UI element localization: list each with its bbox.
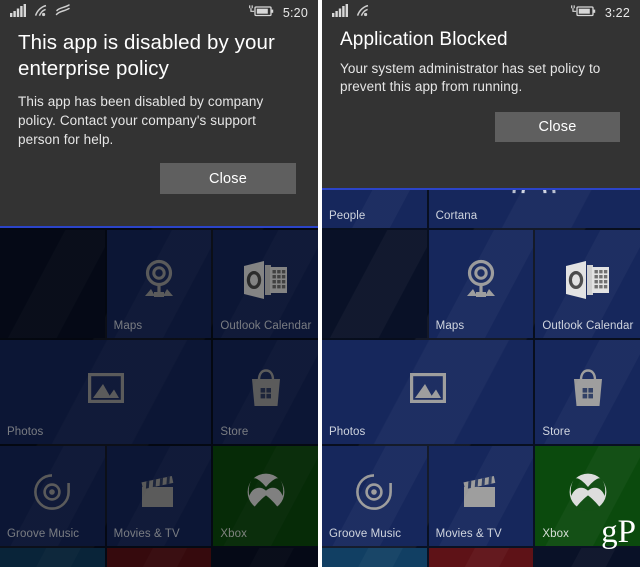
maps-icon (461, 259, 501, 301)
maps-icon (139, 259, 179, 301)
tile-row: People Cortana (322, 190, 640, 228)
battery-charging-icon (248, 4, 275, 23)
photos-icon (409, 372, 446, 403)
movies-icon (462, 475, 500, 509)
tile-row: Maps Outlook Calendar (0, 230, 318, 338)
tile-row (0, 548, 318, 567)
data-waves-icon (55, 4, 71, 22)
policy-dialog-left: This app is disabled by your enterprise … (0, 0, 318, 228)
groove-icon (33, 473, 71, 511)
tile-photos[interactable]: Photos (0, 340, 212, 444)
movies-icon (140, 475, 178, 509)
tile-row: Groove Music Movies & TV Xbox (0, 446, 318, 546)
tile-label: Cortana (435, 210, 478, 222)
tile-maps[interactable]: Maps (428, 230, 534, 338)
tile-row: Photos Store (322, 340, 640, 444)
groove-icon (355, 473, 393, 511)
tile-label: Xbox (220, 528, 247, 540)
tile-xbox[interactable]: Xbox (213, 446, 318, 546)
tile-movies-tv[interactable]: Movies & TV (106, 446, 212, 546)
tile-empty[interactable] (322, 548, 427, 567)
dialog-accent-underline (322, 188, 640, 190)
people-icon (352, 190, 396, 195)
status-icons-right: 3:22 (570, 4, 630, 23)
tile-movies-tv[interactable]: Movies & TV (428, 446, 534, 546)
store-icon (249, 369, 283, 407)
tile-people[interactable]: People (322, 190, 427, 228)
wifi-icon (355, 4, 370, 22)
close-button[interactable]: Close (160, 163, 296, 194)
tile-label: Xbox (542, 528, 569, 540)
dialog-button-row: Close (340, 112, 622, 142)
policy-dialog-right: Application Blocked Your system administ… (322, 0, 640, 190)
tile-label: Photos (329, 426, 366, 438)
dialog-accent-underline (0, 226, 318, 228)
tile-store[interactable]: Store (213, 340, 318, 444)
tile-empty (535, 548, 640, 567)
tile-label: Groove Music (7, 528, 80, 540)
status-bar-right: 3:22 (322, 0, 640, 26)
tile-groove-music[interactable]: Groove Music (322, 446, 427, 546)
outlook-cal-icon (565, 260, 610, 299)
outlook-cal-icon (243, 260, 288, 299)
tile-photos[interactable]: Photos (322, 340, 534, 444)
tile-outlook-calendar[interactable]: Outlook Calendar (213, 230, 318, 338)
dialog-body: This app has been disabled by company po… (18, 94, 264, 147)
status-clock: 5:20 (282, 6, 308, 20)
signal-bars-icon (332, 4, 348, 22)
photos-icon (87, 372, 124, 403)
tile-row: Photos Store (0, 340, 318, 444)
tile-label: Photos (7, 426, 44, 438)
tile-store[interactable]: Store (535, 340, 640, 444)
tile-label: Maps (113, 320, 143, 332)
tile-label: Store (542, 426, 571, 438)
phone-panel-right: People Cortana Maps Outlook Calendar Pho… (322, 0, 640, 567)
tile-label: Groove Music (329, 528, 402, 540)
dual-phone-screenshot: Maps Outlook Calendar Photos Store Groov… (0, 0, 640, 567)
tile-label: Outlook Calendar (220, 320, 312, 332)
close-button[interactable]: Close (495, 112, 620, 142)
tile-label: Movies & TV (113, 528, 180, 540)
tile-xbox[interactable]: Xbox (535, 446, 640, 546)
dialog-button-row: Close (18, 163, 300, 194)
status-bar-left: 5:20 (0, 0, 318, 26)
tile-label: Movies & TV (435, 528, 502, 540)
tile-row: Groove Music Movies & TV Xbox (322, 446, 640, 546)
status-icons-right: 5:20 (248, 4, 308, 23)
tile-empty[interactable] (428, 548, 534, 567)
tile-label: Store (220, 426, 249, 438)
dialog-title: Application Blocked (340, 29, 508, 50)
signal-bars-icon (10, 4, 26, 22)
phone-panel-left: Maps Outlook Calendar Photos Store Groov… (0, 0, 318, 567)
tile-empty (213, 548, 318, 567)
xbox-icon (568, 472, 608, 512)
cortana-icon (511, 190, 557, 195)
battery-charging-icon (570, 4, 597, 23)
tile-outlook-calendar[interactable]: Outlook Calendar (535, 230, 640, 338)
status-icons-left (332, 4, 370, 22)
tile-empty (322, 230, 427, 338)
xbox-icon (246, 472, 286, 512)
tile-row: Maps Outlook Calendar (322, 230, 640, 338)
wifi-icon (33, 4, 48, 22)
tile-groove-music[interactable]: Groove Music (0, 446, 105, 546)
tile-label: People (329, 210, 366, 222)
tile-row (322, 548, 640, 567)
tile-cortana[interactable]: Cortana (428, 190, 640, 228)
tile-empty[interactable] (106, 548, 212, 567)
status-icons-left (10, 4, 71, 22)
dialog-body: Your system administrator has set policy… (340, 61, 601, 94)
dialog-title: This app is disabled by your enterprise … (18, 31, 275, 80)
tile-empty (0, 230, 105, 338)
store-icon (571, 369, 605, 407)
status-clock: 3:22 (604, 6, 630, 20)
tile-label: Maps (435, 320, 465, 332)
tile-empty[interactable] (0, 548, 105, 567)
tile-maps[interactable]: Maps (106, 230, 212, 338)
tile-label: Outlook Calendar (542, 320, 634, 332)
